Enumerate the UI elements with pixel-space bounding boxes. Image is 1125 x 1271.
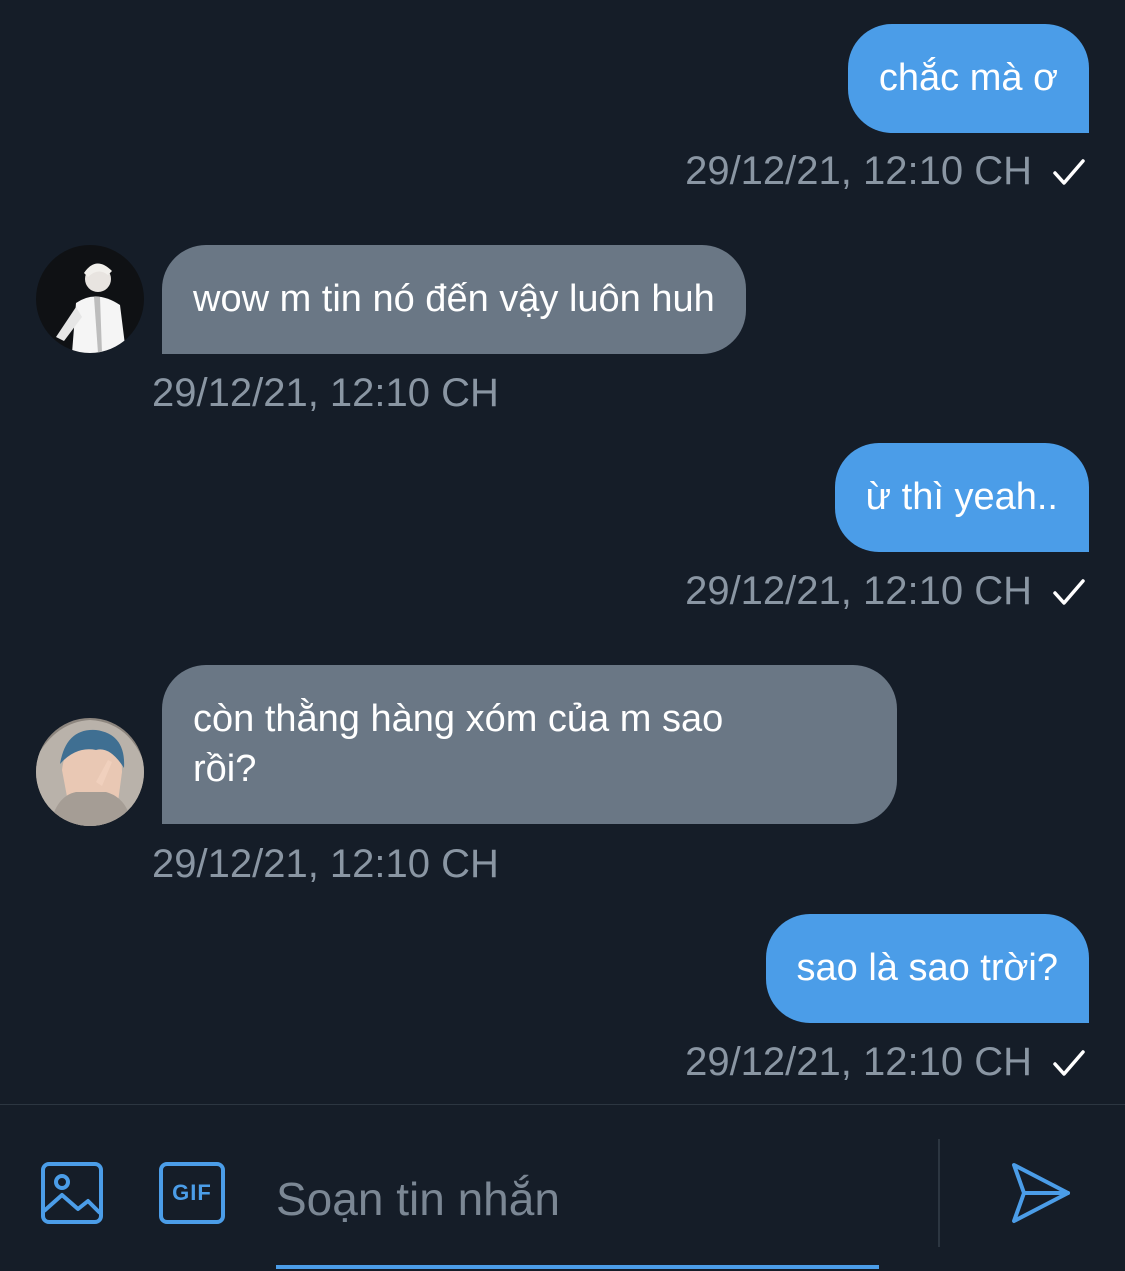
message-timestamp: 29/12/21, 12:10 CH <box>685 569 1032 613</box>
message-timestamp: 29/12/21, 12:10 CH <box>685 149 1032 193</box>
message-input-wrapper <box>276 1129 879 1269</box>
outgoing-message-bubble[interactable]: sao là sao trời? <box>765 914 1089 1023</box>
sent-check-icon <box>1053 159 1085 185</box>
message-thread: chắc mà ơ 29/12/21, 12:10 CH wow m tin n… <box>0 0 1125 1104</box>
image-icon <box>41 1162 103 1224</box>
outgoing-message-bubble[interactable]: ừ thì yeah.. <box>834 443 1089 552</box>
message-input[interactable] <box>276 1169 876 1229</box>
send-button[interactable] <box>1008 1161 1072 1225</box>
sent-check-icon <box>1053 1050 1085 1076</box>
add-image-button[interactable] <box>40 1161 104 1225</box>
send-icon <box>1012 1163 1070 1223</box>
message-timestamp: 29/12/21, 12:10 CH <box>152 842 499 886</box>
contact-avatar[interactable] <box>36 718 144 826</box>
gif-label: GIF <box>172 1180 212 1205</box>
incoming-message-bubble[interactable]: wow m tin nó đến vậy luôn huh <box>162 245 746 354</box>
message-timestamp: 29/12/21, 12:10 CH <box>152 371 499 415</box>
avatar-photo-icon <box>36 245 144 353</box>
avatar-photo-icon <box>36 718 144 826</box>
contact-avatar[interactable] <box>36 245 144 353</box>
composer-divider <box>938 1139 940 1247</box>
outgoing-message-bubble[interactable]: chắc mà ơ <box>847 24 1089 133</box>
add-gif-button[interactable]: GIF <box>158 1161 226 1225</box>
incoming-message-bubble[interactable]: còn thằng hàng xóm của m sao rồi? <box>162 665 897 824</box>
message-timestamp: 29/12/21, 12:10 CH <box>685 1040 1032 1084</box>
message-composer: GIF <box>0 1104 1125 1271</box>
sent-check-icon <box>1053 579 1085 605</box>
